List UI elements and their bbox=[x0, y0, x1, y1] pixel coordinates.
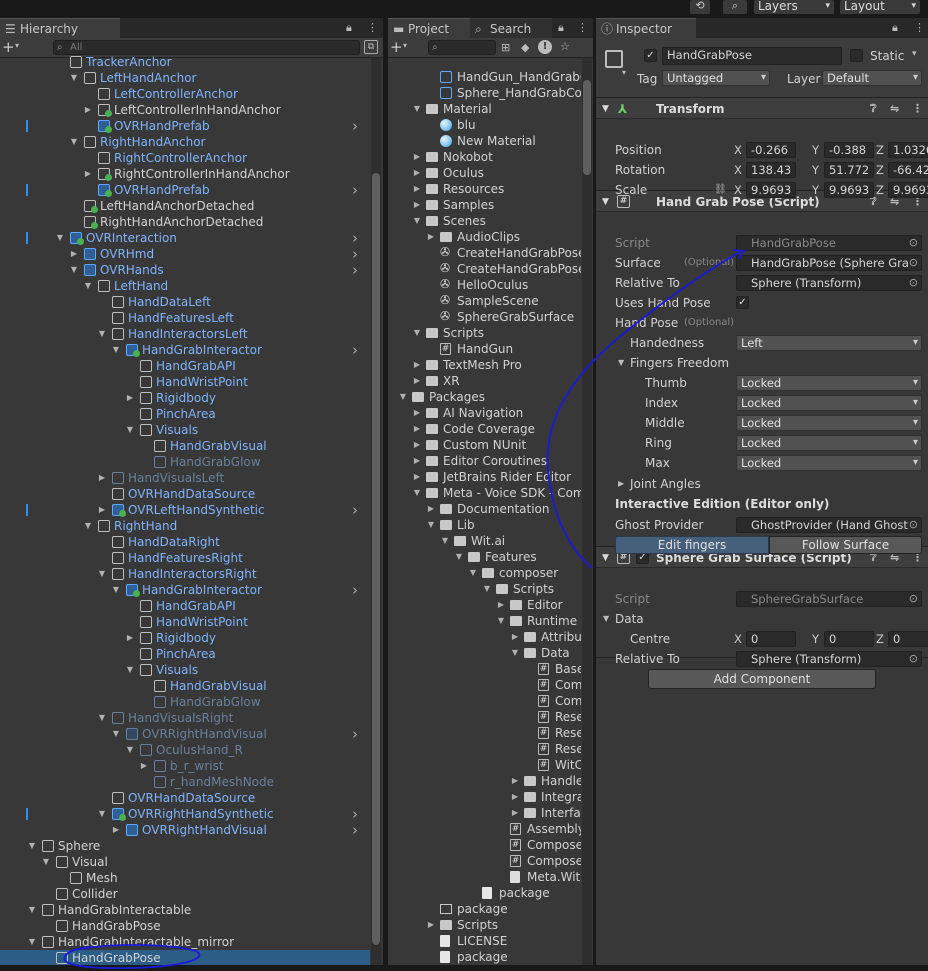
annotation-curve bbox=[546, 251, 741, 569]
annotation-circle bbox=[63, 944, 201, 970]
annotation-overlay bbox=[63, 249, 746, 970]
